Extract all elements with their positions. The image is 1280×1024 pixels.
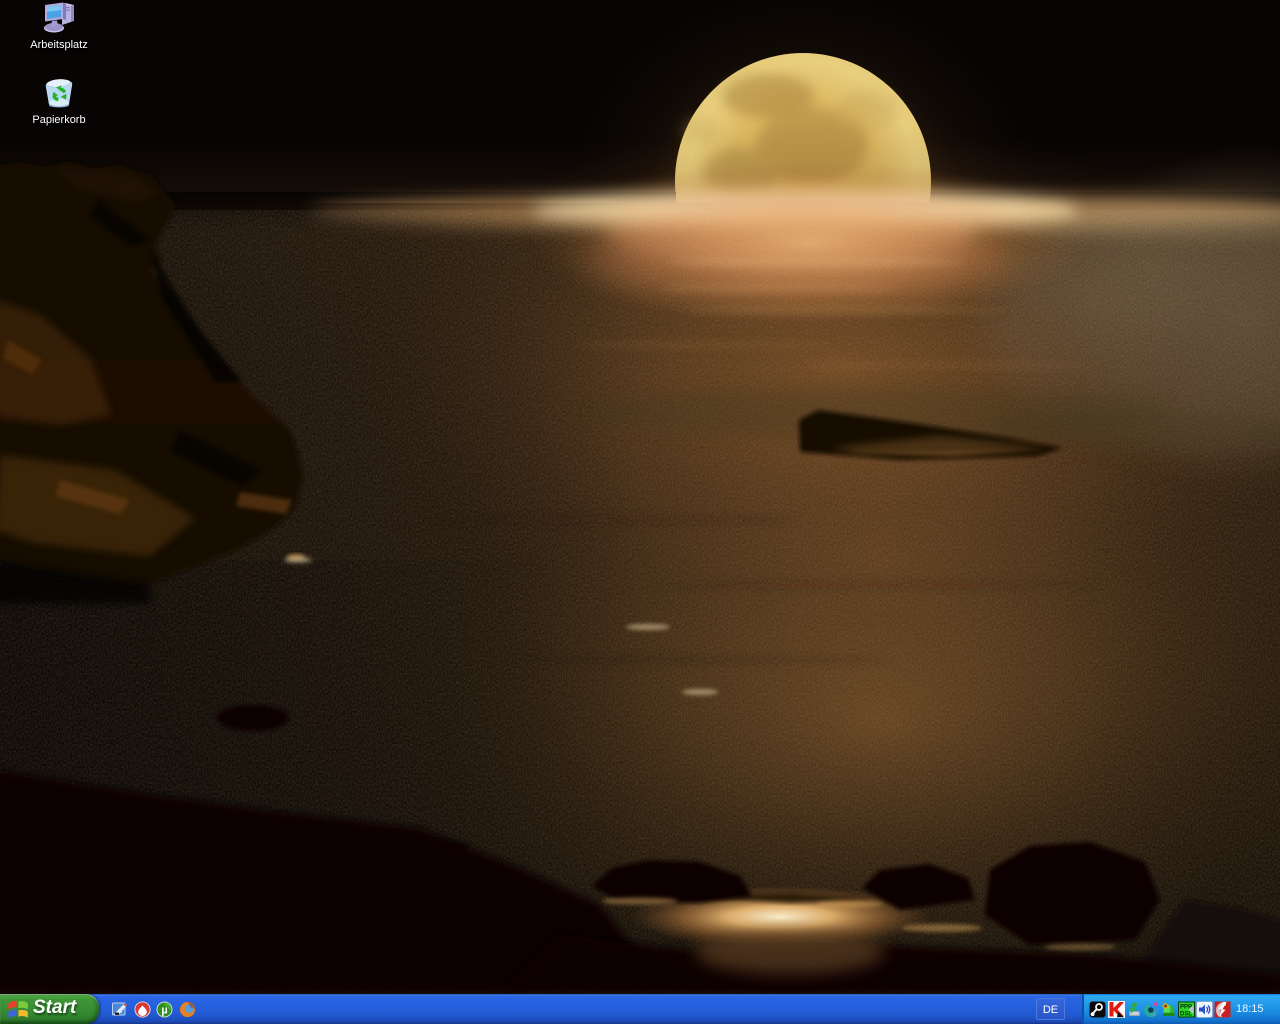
svg-text:µ: µ <box>161 1004 167 1016</box>
svg-text:DSL: DSL <box>1180 1012 1192 1018</box>
